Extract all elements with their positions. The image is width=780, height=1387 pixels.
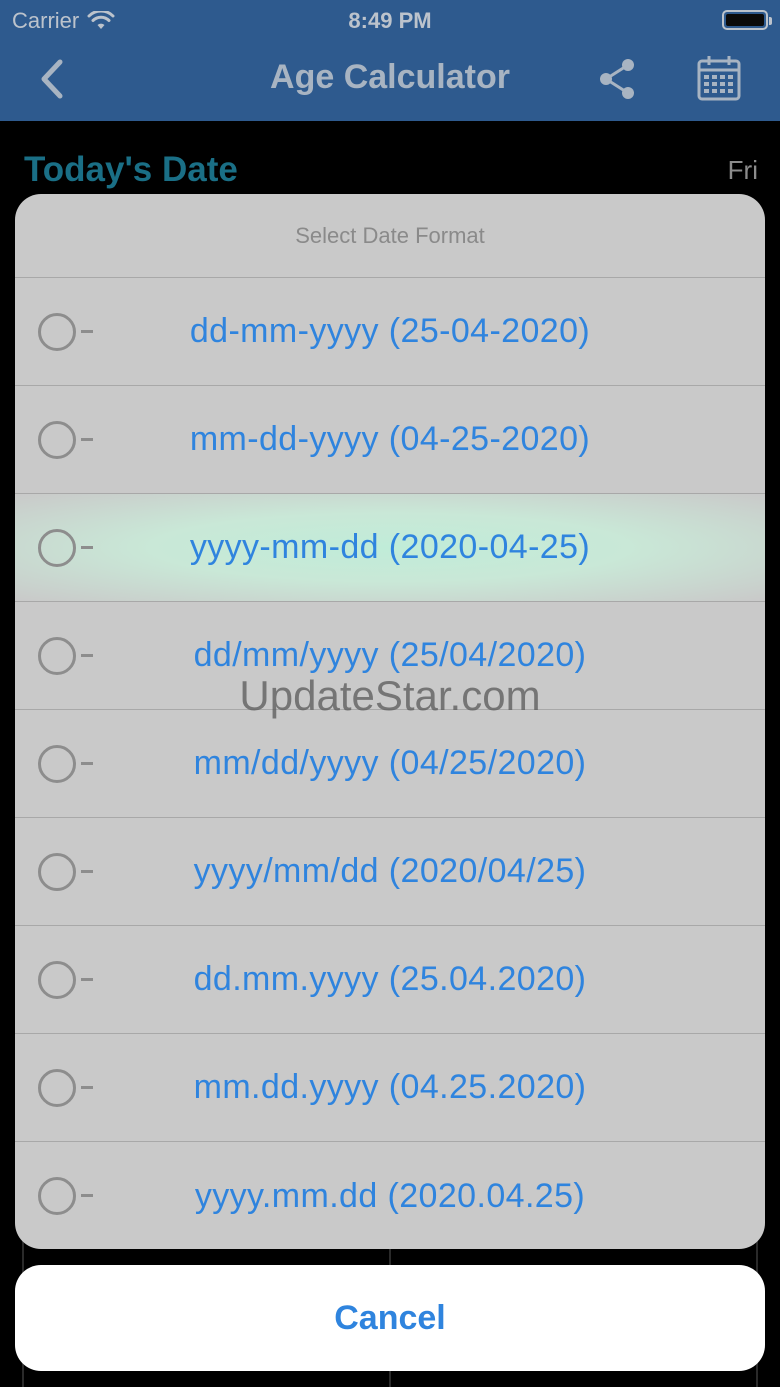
format-option-label: mm.dd.yyyy (04.25.2020): [193, 1068, 587, 1106]
dash-icon: [81, 978, 93, 981]
cancel-button[interactable]: Cancel: [15, 1265, 765, 1371]
dash-icon: [81, 546, 93, 549]
watermark-text: UpdateStar.com: [239, 672, 541, 719]
format-option[interactable]: dd.mm.yyyy (25.04.2020): [15, 926, 765, 1034]
dash-icon: [81, 870, 93, 873]
radio-unselected-icon: [38, 421, 76, 459]
format-option-label: mm-dd-yyyy (04-25-2020): [189, 420, 591, 458]
radio-unselected-icon: [38, 961, 76, 999]
format-option[interactable]: dd-mm-yyyy (25-04-2020): [15, 278, 765, 386]
dash-icon: [81, 330, 93, 333]
dash-icon: [81, 1194, 93, 1197]
radio-unselected-icon: [38, 313, 76, 351]
sheet-title: Select Date Format: [15, 194, 765, 278]
radio-unselected-icon: [38, 1069, 76, 1107]
format-option-label: yyyy/mm/dd (2020/04/25): [193, 852, 587, 890]
format-option-label: dd.mm.yyyy (25.04.2020): [193, 960, 587, 998]
format-option[interactable]: mm-dd-yyyy (04-25-2020): [15, 386, 765, 494]
dash-icon: [81, 654, 93, 657]
radio-unselected-icon: [38, 637, 76, 675]
format-option-label: yyyy-mm-dd (2020-04-25): [189, 528, 591, 566]
day-label: Fri: [727, 155, 758, 185]
format-option-label: dd-mm-yyyy (25-04-2020): [189, 312, 591, 350]
format-option-label: yyyy.mm.dd (2020.04.25): [194, 1176, 586, 1215]
dash-icon: [81, 438, 93, 441]
todays-date-heading: Today's Date: [24, 150, 238, 189]
date-format-action-sheet: Select Date Format dd-mm-yyyy (25-04-202…: [15, 194, 765, 1249]
battery-icon: [722, 10, 772, 30]
page-title: Age Calculator: [270, 58, 510, 96]
status-time: 8:49 PM: [348, 8, 432, 33]
format-option[interactable]: yyyy/mm/dd (2020/04/25): [15, 818, 765, 926]
radio-unselected-icon: [38, 529, 76, 567]
dash-icon: [81, 1086, 93, 1089]
dash-icon: [81, 762, 93, 765]
navigation-bar: Carrier 8:49 PM Age Calculator: [0, 0, 780, 121]
radio-unselected-icon: [38, 745, 76, 783]
format-option[interactable]: yyyy.mm.dd (2020.04.25): [15, 1142, 765, 1249]
radio-unselected-icon: [38, 1177, 76, 1215]
format-option-label: dd/mm/yyyy (25/04/2020): [193, 636, 587, 674]
format-option[interactable]: mm/dd/yyyy (04/25/2020): [15, 710, 765, 818]
calendar-icon[interactable]: [696, 54, 742, 102]
radio-unselected-icon: [38, 853, 76, 891]
format-option-label: mm/dd/yyyy (04/25/2020): [193, 744, 587, 782]
format-option-highlighted[interactable]: yyyy-mm-dd (2020-04-25): [15, 494, 765, 602]
share-icon[interactable]: [596, 56, 640, 102]
format-option[interactable]: mm.dd.yyyy (04.25.2020): [15, 1034, 765, 1142]
